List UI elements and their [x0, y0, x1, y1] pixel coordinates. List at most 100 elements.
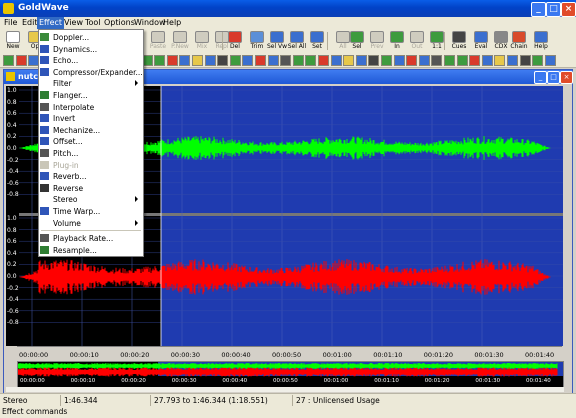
toolbar-button-new[interactable]: New	[2, 30, 24, 52]
toolbar-button-paste[interactable]: Paste	[147, 30, 169, 52]
toolbar-button-sel[interactable]: Sel	[346, 30, 368, 52]
submenu-arrow-icon	[135, 80, 138, 87]
menu-item-plug-in[interactable]: Plug-in	[39, 160, 143, 171]
menu-item-resample[interactable]: Resample...	[39, 245, 143, 256]
effect-shortcut-icon[interactable]	[154, 55, 166, 66]
toolbar-button-chain[interactable]: Chain	[508, 30, 530, 52]
menu-file[interactable]: File	[4, 18, 17, 27]
close-button[interactable]: ×	[561, 2, 576, 17]
effect-shortcut-icon[interactable]	[204, 55, 216, 66]
effect-shortcut-icon[interactable]	[166, 55, 178, 66]
effect-shortcut-icon[interactable]	[431, 55, 443, 66]
effect-shortcut-icon[interactable]	[318, 55, 329, 66]
menu-item-flanger[interactable]: Flanger...	[39, 90, 143, 101]
menu-item-compressor-expander[interactable]: Compressor/Expander...	[39, 67, 143, 78]
toolbar-button-mix[interactable]: Mix	[191, 30, 213, 52]
toolbar-button-prev[interactable]: Prev	[366, 30, 388, 52]
toolbar-button-set[interactable]: Set	[306, 30, 328, 52]
effect-shortcut-icon[interactable]	[343, 55, 355, 66]
toolbar-button-p-new[interactable]: P.New	[169, 30, 191, 52]
effect-shortcut-icon[interactable]	[179, 55, 191, 66]
doc-maximize-button[interactable]: □	[547, 71, 560, 84]
menu-item-dynamics[interactable]: Dynamics...	[39, 44, 143, 55]
effect-shortcut-icon[interactable]	[456, 55, 468, 66]
menu-help[interactable]: Help	[163, 18, 181, 27]
effect-shortcut-icon[interactable]	[494, 55, 506, 66]
menu-item-filter[interactable]: Filter	[39, 78, 143, 89]
doc-close-button[interactable]: ×	[560, 71, 573, 84]
menu-item-interpolate[interactable]: Interpolate	[39, 102, 143, 113]
effect-shortcut-icon[interactable]	[444, 55, 455, 66]
effect-shortcut-icon[interactable]	[192, 55, 203, 66]
zoom-prev-icon	[370, 31, 384, 43]
toolbar-button-help[interactable]: Help	[530, 30, 552, 52]
menu-item-playback-rate[interactable]: Playback Rate...	[39, 233, 143, 244]
chain-icon	[512, 31, 526, 43]
toolbar-button-sel-vw[interactable]: Sel Vw	[266, 30, 288, 52]
toolbar-button-label: Del	[230, 43, 240, 50]
effect-shortcut-icon[interactable]	[15, 55, 27, 66]
effect-shortcut-icon[interactable]	[368, 55, 380, 66]
menu-item-volume[interactable]: Volume	[39, 218, 143, 229]
menu-edit[interactable]: Edit	[22, 18, 38, 27]
effect-shortcut-icon[interactable]	[469, 55, 481, 66]
doc-minimize-button[interactable]: _	[534, 71, 547, 84]
effect-shortcut-icon[interactable]	[280, 55, 292, 66]
toolbar-button-cues[interactable]: Cues	[448, 30, 470, 52]
effect-shortcut-icon[interactable]	[418, 55, 430, 66]
menu-item-echo[interactable]: Echo...	[39, 55, 143, 66]
amplitude-axis: 1.0 0.8 0.6 0.4 0.2 0.0 -0.2 -0.4 -0.6 -0.8 1.0 0.8…	[6, 86, 19, 346]
effect-shortcut-icon[interactable]	[381, 55, 392, 66]
effect-shortcut-icon[interactable]	[305, 55, 317, 66]
maximize-button[interactable]: □	[546, 2, 561, 17]
menu-item-invert[interactable]: Invert	[39, 113, 143, 124]
menu-item-reverb[interactable]: Reverb...	[39, 171, 143, 182]
effect-shortcut-icon[interactable]	[255, 55, 266, 66]
menu-item-stereo[interactable]: Stereo	[39, 194, 143, 205]
sound-window-title: nutc	[18, 72, 38, 81]
overview-strip[interactable]: 00:00:00 00:00:10 00:00:20 00:00:30 00:00:40…	[17, 361, 564, 389]
menu-item-pitch[interactable]: Pitch...	[39, 148, 143, 159]
effect-shortcut-icon[interactable]	[267, 55, 279, 66]
toolbar-button-sel-all[interactable]: Sel All	[286, 30, 308, 52]
menu-window[interactable]: Window	[134, 18, 166, 27]
time-label: 00:01:40	[525, 351, 555, 359]
effect-shortcut-icon[interactable]	[242, 55, 254, 66]
menu-view[interactable]: View	[64, 18, 83, 27]
menu-item-mechanize[interactable]: Mechanize...	[39, 125, 143, 136]
horizontal-scrollbar[interactable]	[6, 387, 564, 392]
effect-shortcut-icon[interactable]	[229, 55, 241, 66]
minimize-button[interactable]: _	[531, 2, 546, 17]
menu-tool[interactable]: Tool	[85, 18, 101, 27]
effect-shortcut-icon[interactable]	[217, 55, 229, 66]
effect-shortcut-icon[interactable]	[532, 55, 544, 66]
effect-shortcut-icon[interactable]	[406, 55, 418, 66]
effect-shortcut-icon[interactable]	[544, 55, 556, 66]
toolbar-button-eval[interactable]: Eval	[470, 30, 492, 52]
toolbar-button-in[interactable]: In	[386, 30, 408, 52]
menu-item-label: Pitch...	[53, 149, 79, 158]
menu-options[interactable]: Options	[104, 18, 135, 27]
toolbar-button-trim[interactable]: Trim	[246, 30, 268, 52]
effect-shortcut-icon[interactable]	[507, 55, 518, 66]
effect-shortcut-icon[interactable]	[292, 55, 304, 66]
menu-item-label: Echo...	[53, 56, 79, 66]
effect-shortcut-icon[interactable]	[519, 55, 531, 66]
zoom-1to1-icon	[430, 31, 444, 43]
effect-shortcut-icon[interactable]	[3, 55, 14, 66]
menu-item-reverse[interactable]: Reverse	[39, 183, 143, 194]
effect-shortcut-icon[interactable]	[481, 55, 493, 66]
effect-shortcut-icon[interactable]	[393, 55, 405, 66]
menu-item-doppler[interactable]: Doppler...	[39, 32, 143, 43]
toolbar-button-out[interactable]: Out	[406, 30, 428, 52]
toolbar-button-del[interactable]: Del	[224, 30, 246, 52]
time-ruler[interactable]: 00:00:00 00:00:10 00:00:20 00:00:30 00:00:40…	[17, 346, 562, 361]
time-warp-icon	[40, 207, 49, 215]
menu-item-label: Filter	[53, 79, 72, 89]
status-selection: 27.793 to 1:46.344 (1:18.551)	[150, 395, 268, 406]
effect-shortcut-icon[interactable]	[355, 55, 367, 66]
menu-item-offset[interactable]: Offset...	[39, 136, 143, 147]
menu-effect[interactable]: Effect	[37, 17, 65, 29]
effect-shortcut-icon[interactable]	[330, 55, 342, 66]
menu-item-time-warp[interactable]: Time Warp...	[39, 206, 143, 217]
